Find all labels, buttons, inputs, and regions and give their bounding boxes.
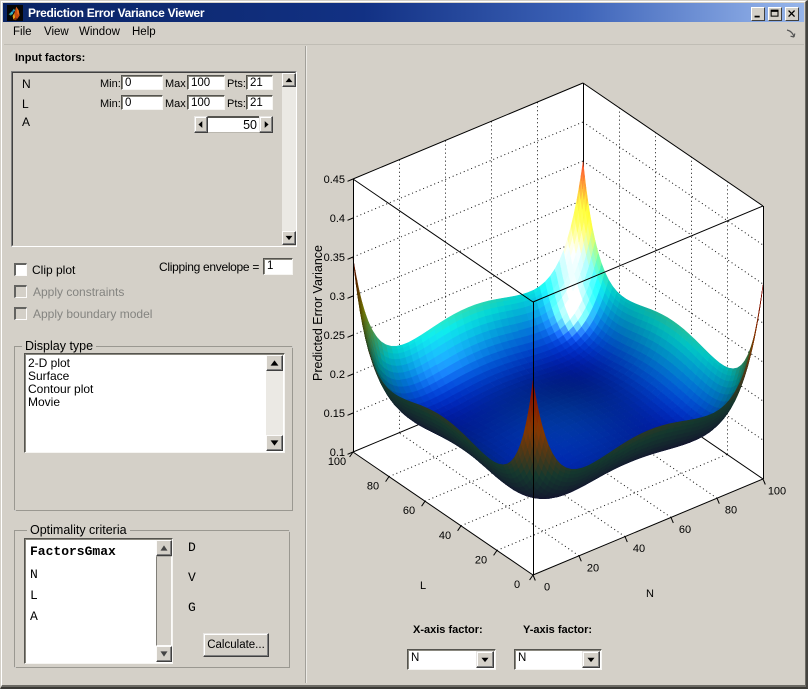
svg-text:0.25: 0.25 xyxy=(324,330,345,342)
svg-text:60: 60 xyxy=(679,524,691,536)
svg-text:N: N xyxy=(646,588,654,600)
svg-text:40: 40 xyxy=(439,530,451,542)
svg-text:100: 100 xyxy=(328,456,346,468)
svg-text:100: 100 xyxy=(768,486,786,498)
svg-text:0.45: 0.45 xyxy=(324,174,345,186)
svg-text:L: L xyxy=(420,580,426,592)
svg-text:0.2: 0.2 xyxy=(330,369,345,381)
svg-text:0.15: 0.15 xyxy=(324,408,345,420)
svg-text:20: 20 xyxy=(587,562,599,574)
svg-text:0: 0 xyxy=(544,582,550,594)
svg-text:20: 20 xyxy=(475,554,487,566)
svg-text:0.35: 0.35 xyxy=(324,252,345,264)
svg-text:0.3: 0.3 xyxy=(330,291,345,303)
svg-text:80: 80 xyxy=(725,505,737,517)
svg-text:80: 80 xyxy=(367,481,379,493)
svg-text:0: 0 xyxy=(514,579,520,591)
svg-text:40: 40 xyxy=(633,543,645,555)
svg-text:0.4: 0.4 xyxy=(330,213,345,225)
svg-text:60: 60 xyxy=(403,505,415,517)
svg-text:Predicted Error Variance: Predicted Error Variance xyxy=(311,245,325,381)
